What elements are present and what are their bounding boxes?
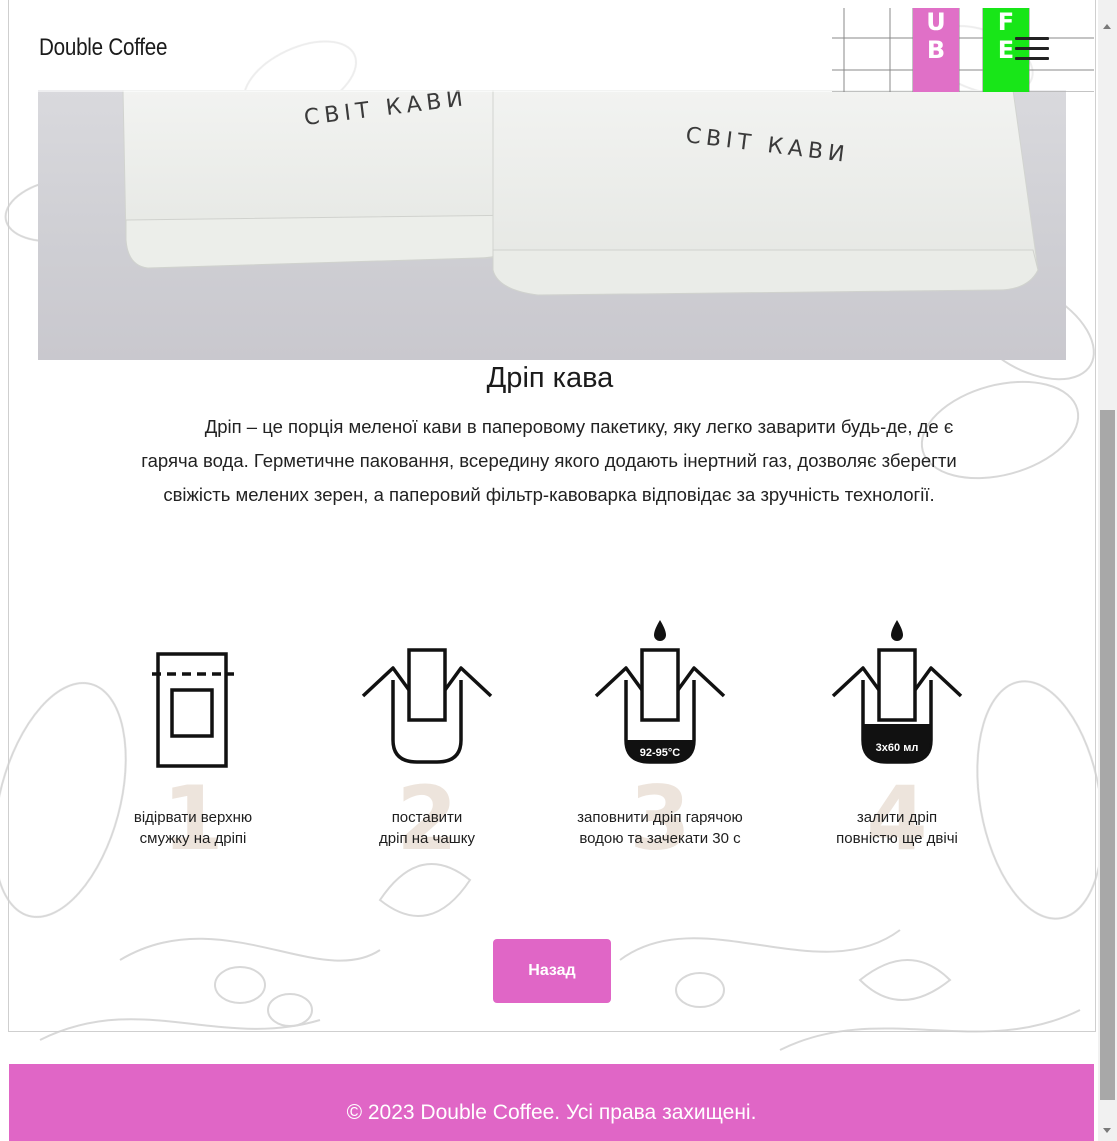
step-label: залити дріп повністю ще двічі <box>777 807 1017 849</box>
temperature-badge: 92-95°C <box>640 747 681 759</box>
step-label-line: смужку на дріпі <box>139 830 247 847</box>
copyright-text: © 2023 Double Coffee. Усі права захищені… <box>346 1101 757 1124</box>
open-drip-bag-icon <box>152 652 234 768</box>
step-2: 2 поставити дріп на чашку <box>307 600 547 880</box>
brewing-steps: 1 відірвати верхню смужку на дріпі 2 пос… <box>0 600 1100 900</box>
step-label-line: відірвати верхню <box>133 809 253 826</box>
back-button[interactable]: Назад <box>493 939 611 1003</box>
drip-coffee-hero-image: СВІТ КАВИ СВІТ КАВИ <box>38 90 1066 360</box>
drip-pour-water-icon: 92-95°C <box>594 620 726 764</box>
step-label-line: дріп на чашку <box>379 830 475 847</box>
logo-tile-ub: U B <box>913 8 959 92</box>
drip-description: Дріп – це порція меленої кави в паперово… <box>30 410 1068 512</box>
description-line-2: гаряча вода. Герметичне паковання, всере… <box>141 450 957 471</box>
volume-badge: 3х60 мл <box>876 742 919 754</box>
step-label: заповнити дріп гарячою водою та зачекати… <box>540 807 780 849</box>
step-label-line: водою та зачекати 30 с <box>579 830 741 847</box>
logo-letter-b: B <box>926 36 946 64</box>
coffee-packs-illustration: СВІТ КАВИ СВІТ КАВИ <box>122 90 1039 296</box>
scroll-down-arrow-icon[interactable] <box>1103 1128 1111 1133</box>
step-label-line: залити дріп <box>856 809 938 826</box>
step-label-line: поставити <box>391 809 463 826</box>
step-label-line: повністю ще двічі <box>836 830 958 847</box>
scroll-up-arrow-icon[interactable] <box>1103 24 1111 29</box>
drip-on-cup-icon <box>361 648 493 764</box>
site-header: Double Coffee U B F E <box>9 0 1094 92</box>
step-label: відірвати верхню смужку на дріпі <box>73 807 313 849</box>
brand-name[interactable]: Double Coffee <box>39 34 167 62</box>
step-3: 3 92-95°C заповнити дріп гарячою водою т… <box>540 600 780 880</box>
step-1: 1 відірвати верхню смужку на дріпі <box>73 600 313 880</box>
step-label: поставити дріп на чашку <box>307 807 547 849</box>
site-footer: © 2023 Double Coffee. Усі права захищені… <box>9 1064 1094 1141</box>
page-title: Дріп кава <box>486 362 614 394</box>
logo-letter-f: F <box>997 8 1015 36</box>
step-label-line: заповнити дріп гарячою <box>577 809 743 826</box>
hamburger-icon[interactable] <box>1015 35 1055 65</box>
description-line-3: свіжість мелених зерен, а паперовий філь… <box>163 484 935 505</box>
step-4: 4 3х60 мл залити дріп повністю ще двічі <box>777 600 1017 880</box>
scroll-thumb[interactable] <box>1100 410 1115 1100</box>
description-line-1: Дріп – це порція меленої кави в паперово… <box>204 416 954 437</box>
drip-refill-icon: 3х60 мл <box>831 620 963 764</box>
vertical-scrollbar[interactable] <box>1098 0 1117 1141</box>
logo-letter-u: U <box>926 8 946 36</box>
